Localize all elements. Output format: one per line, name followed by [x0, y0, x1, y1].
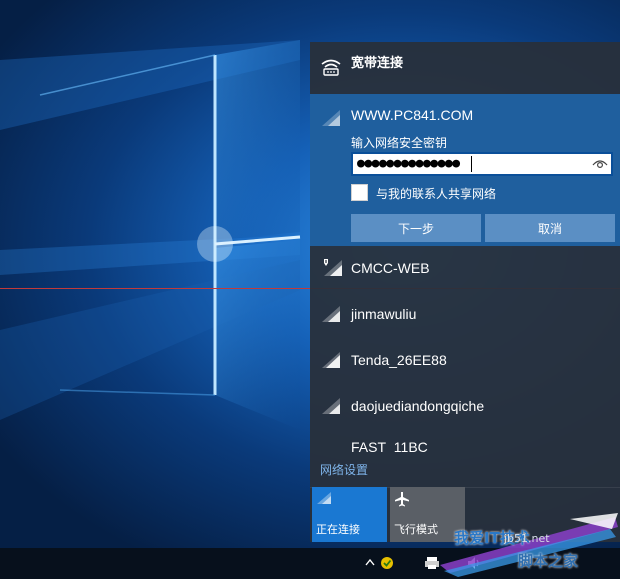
network-ssid: WWW.PC841.COM: [351, 107, 474, 123]
security-key-input[interactable]: ●●●●●●●●●●●●●●: [351, 152, 613, 176]
app-tray-icon[interactable]: [379, 554, 395, 572]
quick-action-label: 飞行模式: [394, 523, 438, 536]
security-key-label: 输入网络安全密钥: [351, 136, 448, 150]
network-name: Tenda_26EE88: [351, 352, 447, 368]
network-item-broadband[interactable]: 宽带连接: [310, 42, 620, 94]
network-name: jinmawuliu: [351, 306, 417, 322]
network-name: FAST_11BC: [351, 439, 428, 454]
volume-icon[interactable]: [466, 554, 482, 572]
wifi-icon: [322, 110, 340, 126]
airplane-icon: [395, 492, 409, 507]
quick-action-label: 正在连接: [316, 523, 360, 536]
broadband-icon: [321, 59, 341, 76]
password-masked-value: ●●●●●●●●●●●●●●: [357, 156, 460, 171]
network-settings-link[interactable]: 网络设置: [320, 461, 368, 478]
network-item-jinmawuliu[interactable]: jinmawuliu: [310, 292, 620, 338]
wifi-icon: [317, 492, 331, 504]
network-flyout: 宽带连接 WWW.PC841.COM 输入网络安全密钥 ●●●●●●●●●●●●…: [310, 42, 620, 542]
share-network-label: 与我的联系人共享网络: [376, 187, 497, 201]
wifi-secured-warning-icon: [324, 259, 342, 276]
text-cursor: [471, 156, 472, 172]
network-name: CMCC-WEB: [351, 260, 430, 276]
chevron-up-icon[interactable]: [364, 554, 376, 572]
taskbar: [0, 548, 620, 579]
share-network-checkbox[interactable]: [351, 184, 368, 201]
reveal-password-icon[interactable]: [592, 157, 608, 171]
cancel-button[interactable]: 取消: [485, 214, 615, 242]
network-name: 宽带连接: [351, 56, 404, 71]
network-item-fast[interactable]: FAST_11BC: [310, 430, 620, 454]
wifi-icon: [322, 352, 340, 368]
wifi-icon: [322, 398, 340, 414]
network-item-daojuediandongqiche[interactable]: daojuediandongqiche: [310, 384, 620, 430]
network-name: daojuediandongqiche: [351, 398, 485, 414]
wifi-icon: [322, 306, 340, 322]
next-button[interactable]: 下一步: [351, 214, 481, 242]
network-item-selected[interactable]: WWW.PC841.COM 输入网络安全密钥 ●●●●●●●●●●●●●● 与我…: [310, 94, 620, 246]
printer-icon[interactable]: [424, 554, 440, 572]
network-item-tenda[interactable]: Tenda_26EE88: [310, 338, 620, 384]
quick-action-wifi[interactable]: 正在连接: [312, 487, 387, 542]
network-item-cmcc-web[interactable]: CMCC-WEB: [310, 246, 620, 292]
quick-action-airplane-mode[interactable]: 飞行模式: [390, 487, 465, 542]
